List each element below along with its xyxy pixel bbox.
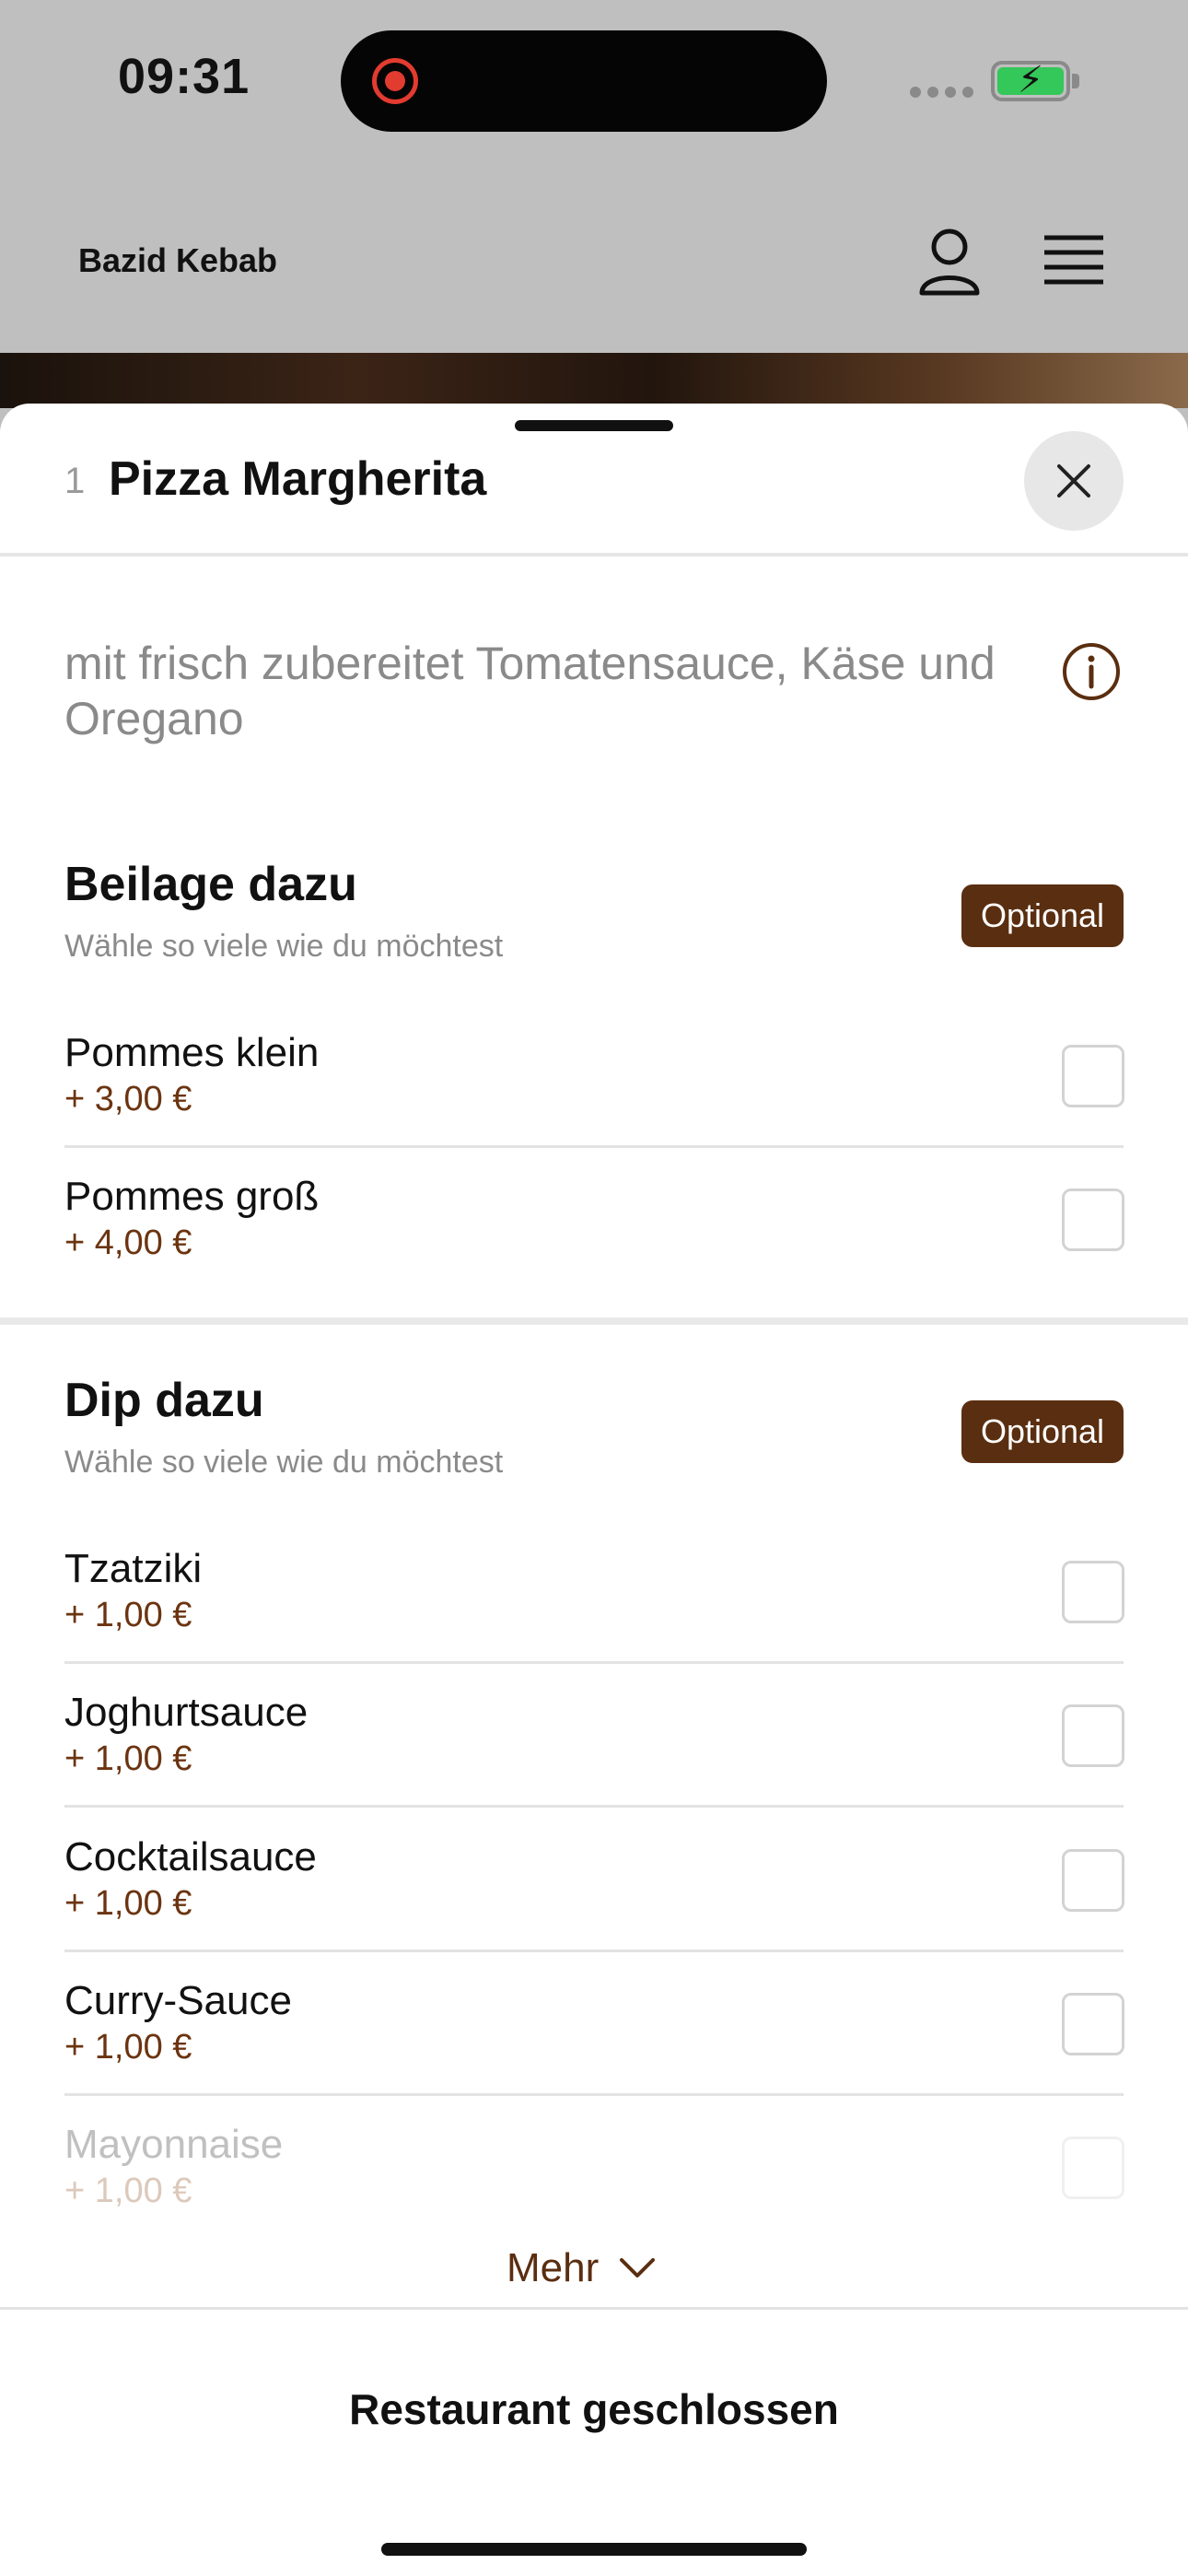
option-price: + 1,00 € [64,2028,192,2067]
option-row[interactable]: Pommes groß + 4,00 € [64,1148,1124,1292]
optional-badge: Optional [961,884,1124,947]
group-title: Beilage dazu [64,858,357,911]
app-header: Bazid Kebab [0,166,1188,354]
option-name: Pommes klein [64,1030,320,1075]
option-checkbox[interactable] [1062,2137,1124,2199]
battery-cap [1072,74,1079,88]
dynamic-island [341,30,827,132]
section-divider [0,1317,1188,1325]
close-icon [1057,464,1090,498]
close-button[interactable] [1024,431,1124,531]
option-name: Cocktailsauce [64,1834,317,1879]
option-row[interactable]: Tzatziki + 1,00 € [64,1520,1124,1664]
user-icon[interactable] [917,225,982,299]
option-row[interactable]: Curry-Sauce + 1,00 € [64,1952,1124,2096]
option-checkbox[interactable] [1062,1045,1124,1107]
menu-icon[interactable] [1044,234,1103,286]
option-row[interactable]: Mayonnaise + 1,00 € [64,2096,1124,2240]
item-title: Pizza Margherita [109,452,487,506]
option-name: Pommes groß [64,1174,320,1219]
option-price: + 1,00 € [64,1739,192,1778]
option-name: Mayonnaise [64,2122,284,2167]
signal-icon [910,87,973,98]
group-title: Dip dazu [64,1374,264,1427]
group-subtitle: Wähle so viele wie du möchtest [64,1445,504,1480]
product-sheet: 1 Pizza Margherita mit frisch zubereitet… [0,404,1188,2576]
optional-badge: Optional [961,1400,1124,1463]
option-price: + 1,00 € [64,1884,192,1923]
option-row[interactable]: Pommes klein + 3,00 € [64,1004,1124,1148]
option-row[interactable]: Joghurtsauce + 1,00 € [64,1664,1124,1808]
option-price: + 4,00 € [64,1224,192,1262]
option-checkbox[interactable] [1062,1849,1124,1912]
more-button[interactable]: Mehr [507,2241,656,2296]
info-icon[interactable] [1061,641,1122,702]
more-label: Mehr [507,2245,600,2290]
option-checkbox[interactable] [1062,1993,1124,2055]
status-time: 09:31 [118,49,250,104]
hero-image [0,353,1188,408]
group-subtitle: Wähle so viele wie du möchtest [64,929,504,964]
option-name: Tzatziki [64,1546,203,1591]
option-price: + 1,00 € [64,1596,192,1634]
option-checkbox[interactable] [1062,1704,1124,1767]
battery-charging-icon: ⚡ [991,61,1070,101]
record-icon [372,58,418,104]
brand-name[interactable]: Bazid Kebab [78,241,277,280]
option-price: + 3,00 € [64,1080,192,1118]
option-checkbox[interactable] [1062,1561,1124,1623]
sheet-header: 1 Pizza Margherita [0,404,1188,556]
option-row[interactable]: Cocktailsauce + 1,00 € [64,1809,1124,1952]
option-price: + 1,00 € [64,2172,192,2210]
option-checkbox[interactable] [1062,1188,1124,1251]
item-description: mit frisch zubereitet Tomatensauce, Käse… [64,638,996,744]
item-quantity: 1 [64,461,86,501]
option-name: Curry-Sauce [64,1978,292,2023]
sheet-grabber[interactable] [515,420,673,431]
restaurant-closed-label: Restaurant geschlossen [349,2385,839,2433]
option-name: Joghurtsauce [64,1690,309,1735]
chevron-down-icon [620,2258,656,2277]
footer-divider [0,2307,1188,2310]
home-indicator[interactable] [381,2543,807,2556]
status-bar: 09:31 ⚡ [0,0,1188,166]
